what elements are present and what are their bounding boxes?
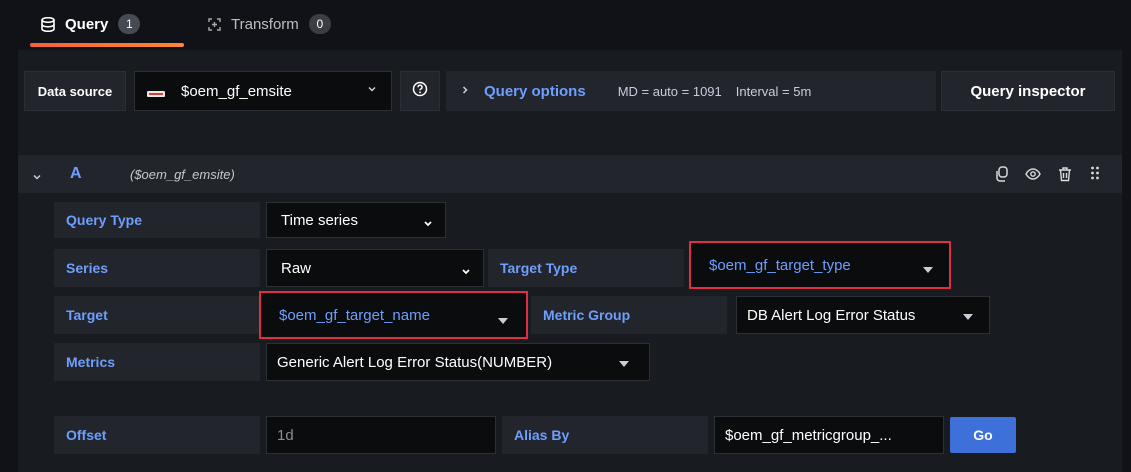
offset-label: Offset: [54, 416, 260, 454]
query-inspector-button[interactable]: Query inspector: [941, 71, 1115, 111]
metric-group-value: DB Alert Log Error Status: [747, 306, 916, 324]
query-options-toggle[interactable]: Query options MD = auto = 1091 Interval …: [446, 71, 936, 111]
caret-down-icon: [498, 318, 508, 324]
series-value: Raw: [281, 259, 312, 277]
alias-by-value: $oem_gf_metricgroup_...: [725, 426, 892, 444]
chevron-down-icon: [461, 264, 471, 281]
transform-icon: [206, 16, 222, 32]
alias-by-label: Alias By: [502, 416, 708, 454]
tab-query-count: 1: [118, 14, 141, 34]
tab-query-label: Query: [65, 15, 109, 33]
tab-transform-label: Transform: [231, 15, 299, 33]
target-type-label: Target Type: [488, 249, 684, 287]
query-type-label: Query Type: [54, 202, 260, 238]
tab-bar: Query 1 Transform 0: [0, 0, 1131, 48]
chevron-right-icon: [460, 82, 470, 100]
trash-icon[interactable]: [1058, 166, 1072, 187]
alias-by-input[interactable]: $oem_gf_metricgroup_...: [714, 416, 944, 454]
tab-query[interactable]: Query 1: [40, 10, 141, 38]
tab-transform-count: 0: [308, 14, 331, 34]
datasource-value: $oem_gf_emsite: [181, 82, 292, 100]
max-data-points-info: MD = auto = 1091: [617, 83, 722, 99]
caret-down-icon: [923, 267, 933, 273]
target-type-value: $oem_gf_target_type: [709, 256, 851, 274]
active-tab-indicator: [30, 43, 184, 47]
caret-down-icon: [619, 361, 629, 367]
query-type-select[interactable]: Time series: [266, 202, 446, 238]
oracle-logo-icon: [147, 86, 165, 97]
interval-info: Interval = 5m: [735, 83, 812, 99]
eye-icon[interactable]: [1025, 167, 1041, 186]
series-label: Series: [54, 249, 260, 287]
database-icon: [40, 16, 56, 32]
target-select[interactable]: $oem_gf_target_name: [259, 291, 528, 339]
metric-group-label: Metric Group: [531, 296, 727, 334]
datasource-help-button[interactable]: [400, 71, 440, 111]
datasource-picker[interactable]: $oem_gf_emsite: [134, 71, 392, 111]
duplicate-query-icon[interactable]: [994, 166, 1009, 187]
chevron-down-icon: [367, 84, 377, 97]
series-select[interactable]: Raw: [266, 249, 484, 287]
query-datasource-name: ($oem_gf_emsite): [130, 167, 235, 182]
metric-group-select[interactable]: DB Alert Log Error Status: [736, 296, 990, 334]
target-label: Target: [54, 296, 260, 334]
metrics-select[interactable]: Generic Alert Log Error Status(NUMBER): [266, 343, 650, 381]
question-circle-icon: [412, 81, 428, 102]
offset-input[interactable]: [266, 416, 496, 454]
query-options-label: Query options: [484, 82, 586, 100]
metrics-value: Generic Alert Log Error Status(NUMBER): [277, 353, 553, 371]
metrics-label: Metrics: [54, 343, 260, 381]
caret-down-icon: [963, 314, 973, 320]
go-button[interactable]: Go: [950, 417, 1016, 453]
query-row-header[interactable]: A ($oem_gf_emsite): [18, 155, 1122, 193]
chevron-down-icon: [423, 216, 433, 233]
target-value: $oem_gf_target_name: [279, 306, 430, 324]
datasource-label: Data source: [24, 71, 126, 111]
query-type-value: Time series: [281, 211, 358, 229]
collapse-chevron-icon[interactable]: [32, 169, 42, 187]
tab-transform[interactable]: Transform 0: [206, 10, 331, 38]
query-ref-id[interactable]: A: [70, 165, 82, 183]
drag-handle-icon[interactable]: [1090, 165, 1100, 186]
target-type-select[interactable]: $oem_gf_target_type: [689, 241, 951, 289]
